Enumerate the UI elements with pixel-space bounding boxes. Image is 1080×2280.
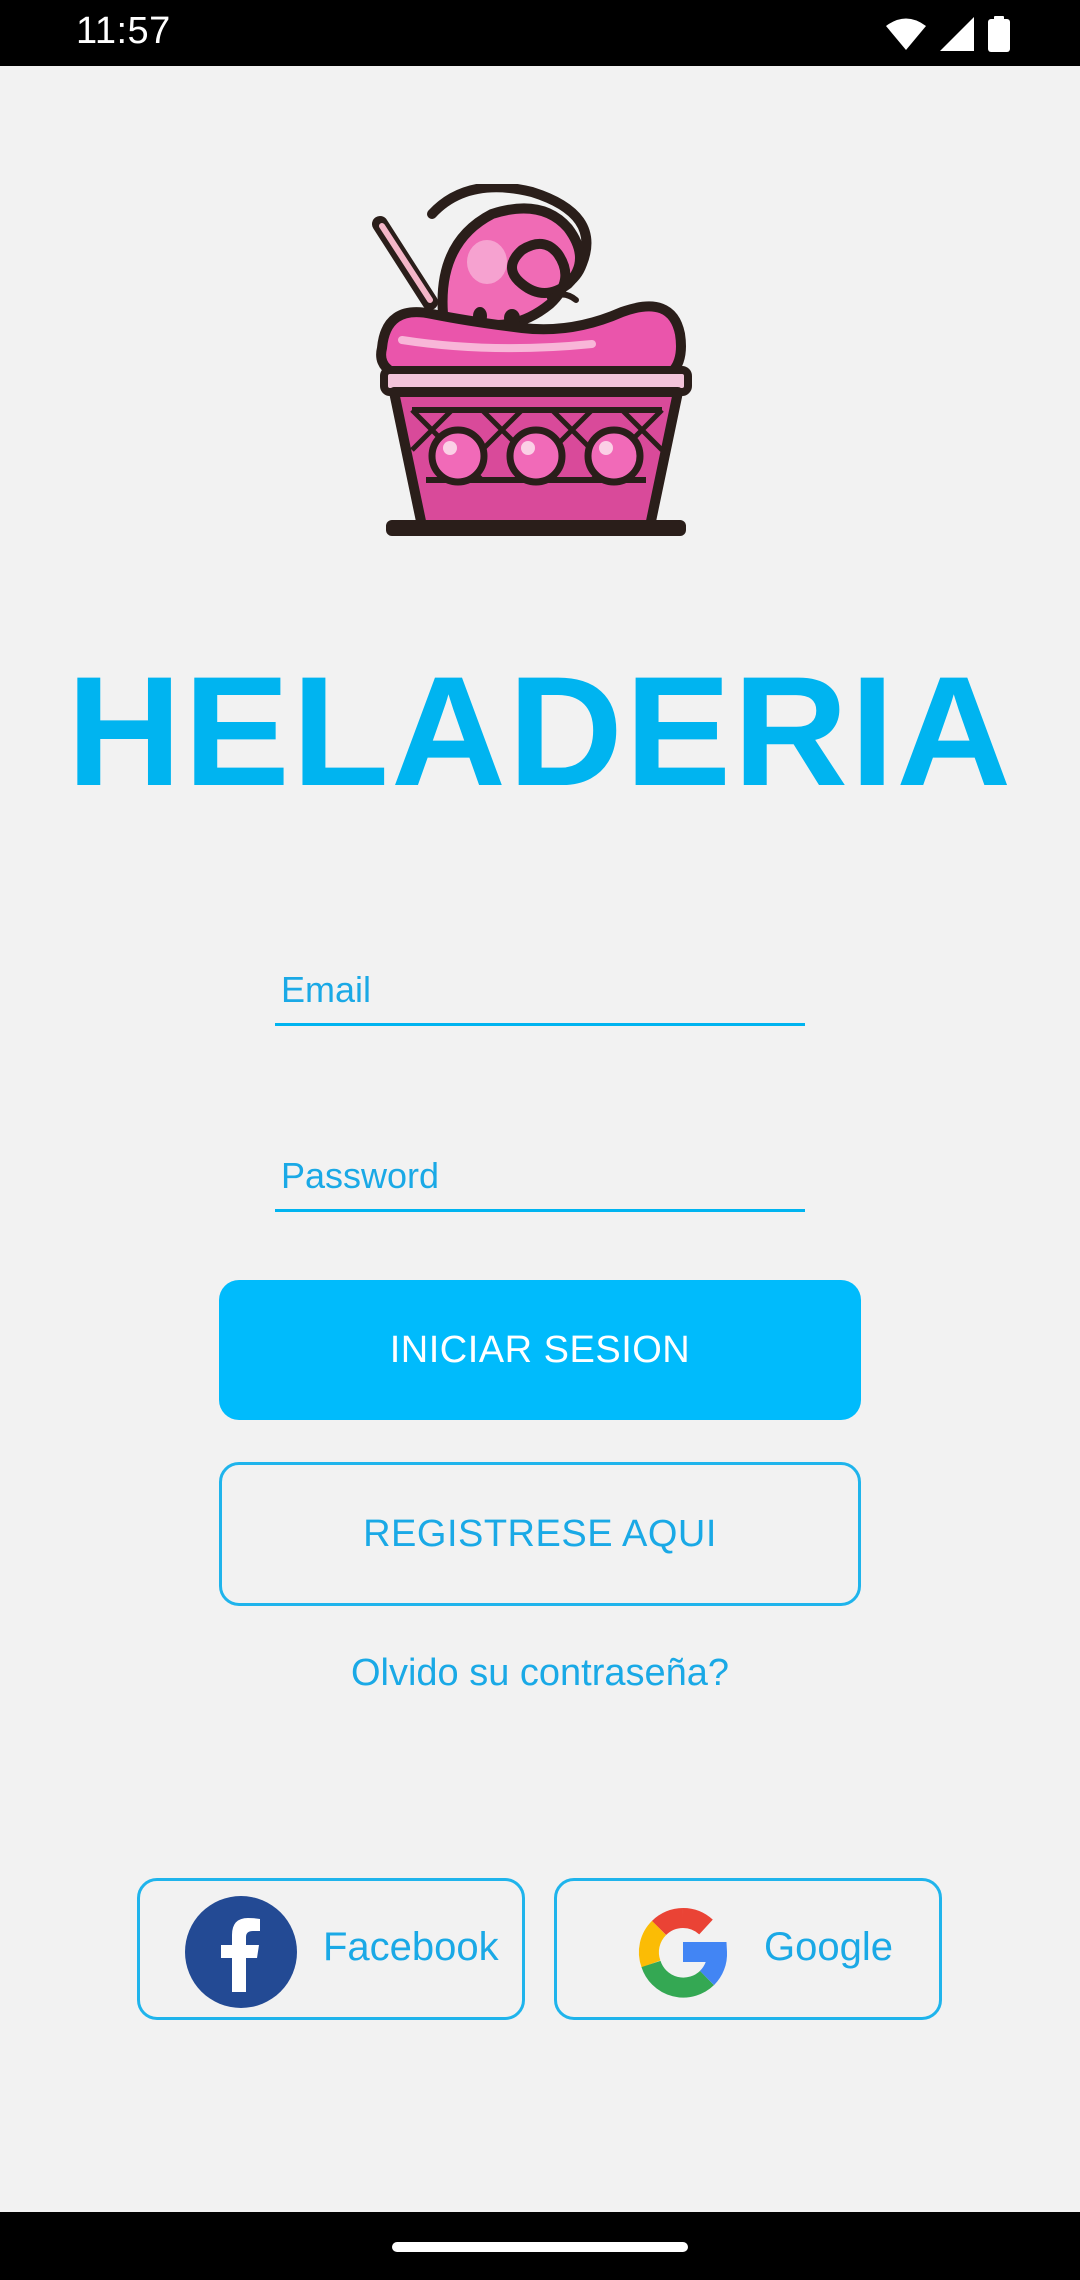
ice-cream-cup-logo (372, 184, 692, 536)
email-input[interactable] (275, 956, 805, 1023)
password-input[interactable] (275, 1142, 805, 1209)
register-button[interactable]: REGISTRESE AQUI (219, 1462, 861, 1606)
google-label: Google (764, 1925, 893, 1969)
facebook-icon (185, 1896, 297, 2008)
email-field[interactable] (275, 956, 805, 1026)
login-screen: HELADERIA INICIAR SESION REGISTRESE AQUI… (0, 66, 1080, 2212)
home-gesture-handle[interactable] (392, 2242, 688, 2252)
status-time: 11:57 (76, 10, 171, 52)
status-icons (886, 16, 1010, 52)
google-icon (638, 1908, 728, 1998)
facebook-login-button[interactable]: Facebook (137, 1878, 525, 2020)
wifi-icon (886, 18, 926, 50)
google-login-button[interactable]: Google (554, 1878, 942, 2020)
password-field[interactable] (275, 1142, 805, 1212)
signal-icon (940, 17, 974, 51)
status-bar: 11:57 (0, 0, 1080, 66)
forgot-password-link[interactable]: Olvido su contraseña? (0, 1652, 1080, 1695)
facebook-label: Facebook (323, 1925, 499, 1969)
app-title: HELADERIA (66, 645, 1014, 819)
navigation-bar (0, 2212, 1080, 2280)
login-button[interactable]: INICIAR SESION (219, 1280, 861, 1420)
battery-icon (988, 16, 1010, 52)
